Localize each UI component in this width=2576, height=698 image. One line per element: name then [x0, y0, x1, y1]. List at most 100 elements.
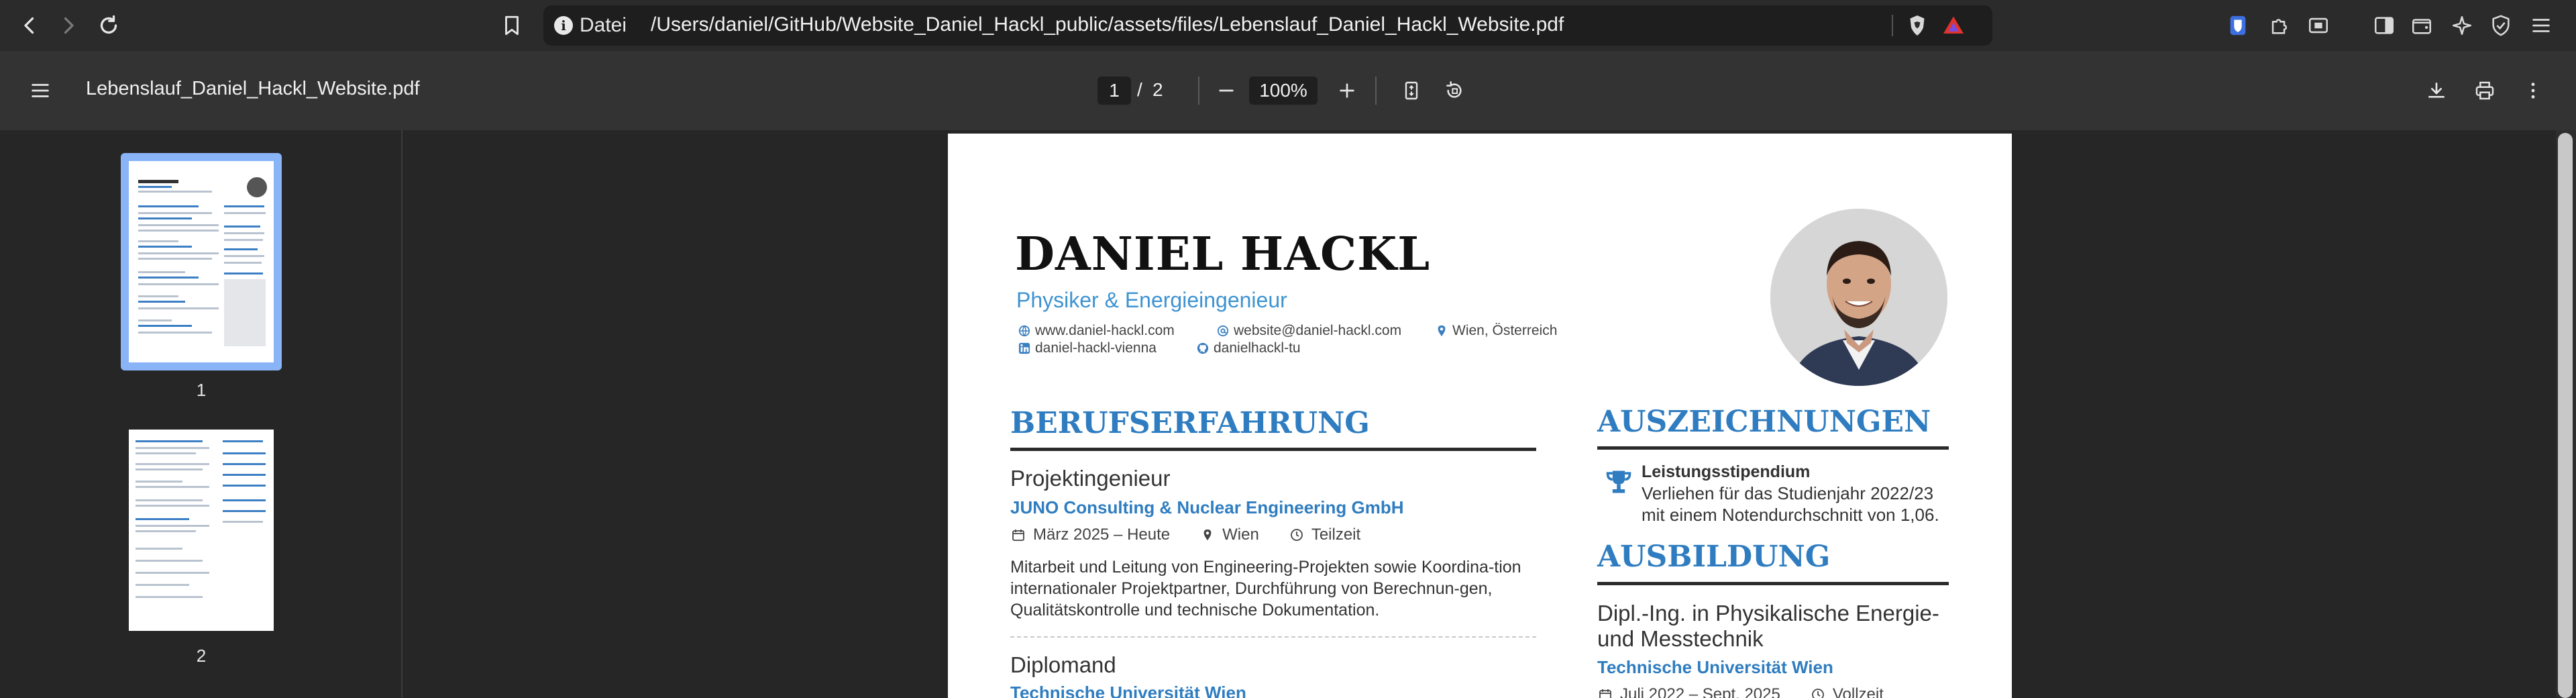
extensions-puzzle-icon[interactable]	[2266, 12, 2293, 39]
job-organization: JUNO Consulting & Nuclear Engineering Gm…	[1010, 497, 1404, 517]
job-description: Mitarbeit und Leitung von Engineering-Pr…	[1010, 558, 1521, 619]
rotate-button[interactable]	[1441, 77, 1468, 104]
page-thumbnail-2[interactable]	[129, 430, 274, 631]
calendar-icon	[1597, 687, 1613, 698]
github-icon	[1196, 342, 1210, 355]
contact-linkedin[interactable]: daniel-hackl-vienna	[1018, 340, 1157, 356]
fit-to-page-button[interactable]	[1398, 77, 1425, 104]
calendar-icon	[1010, 527, 1026, 543]
contact-text: website@daniel-hackl.com	[1234, 323, 1402, 338]
zoom-level-input[interactable]: 100%	[1249, 77, 1318, 105]
award-title: Leistungsstipendium	[1642, 462, 1811, 481]
info-icon: i	[554, 16, 573, 35]
browser-toolbar: i Datei /Users/daniel/GitHub/Website_Dan…	[0, 0, 2576, 51]
education-meta: Juli 2022 – Sept. 2025 Vollzeit	[1597, 685, 1884, 698]
globe-icon	[1018, 324, 1031, 338]
section-rule	[1597, 446, 1949, 450]
cv-name: DANIEL HACKL	[1015, 228, 1431, 281]
job-location: Wien	[1222, 526, 1259, 544]
thumbnail-sidebar: 1 2	[0, 130, 402, 698]
bitwarden-extension-icon[interactable]	[2224, 12, 2251, 39]
section-rule	[1597, 582, 1949, 585]
hamburger-menu-icon	[32, 84, 49, 97]
page-thumbnail-1[interactable]	[129, 161, 274, 362]
education-date: Juli 2022 – Sept. 2025	[1620, 685, 1780, 698]
education-institution: Technische Universität Wien	[1597, 657, 1833, 677]
thumbnail-sidebar-toggle[interactable]	[27, 77, 54, 104]
contact-text: daniel-hackl-vienna	[1035, 340, 1157, 356]
forward-button[interactable]	[52, 9, 85, 42]
bookmark-icon	[505, 15, 519, 36]
document-title: Lebenslauf_Daniel_Hackl_Website.pdf	[86, 78, 420, 99]
clock-icon	[1810, 687, 1826, 698]
education-type: Vollzeit	[1832, 685, 1884, 698]
at-icon	[1216, 324, 1230, 338]
rotate-ccw-icon	[1446, 81, 1462, 98]
location-pin-icon	[1199, 527, 1216, 543]
download-button[interactable]	[2423, 77, 2450, 104]
thumbnail-label-1: 1	[196, 380, 207, 400]
job-meta: März 2025 – Heute Wien Teilzeit	[1010, 526, 1360, 544]
job-organization: Technische Universität Wien	[1010, 683, 1246, 698]
section-rule	[1010, 448, 1536, 451]
vpn-shield-icon[interactable]	[2487, 12, 2514, 39]
main-menu-icon[interactable]	[2528, 12, 2555, 39]
contact-text: danielhackl-tu	[1214, 340, 1301, 356]
award-description: Verliehen für das Studienjahr 2022/23 mi…	[1642, 483, 1939, 525]
section-heading-experience: BERUFSERFAHRUNG	[1010, 406, 1370, 440]
site-info-button[interactable]: i Datei	[554, 12, 627, 39]
sidebar-panel-icon[interactable]	[2371, 12, 2398, 39]
reload-icon	[100, 15, 117, 34]
chevron-right-icon	[64, 17, 74, 34]
clock-icon	[1289, 527, 1305, 543]
document-scrollbar-thumb[interactable]	[2558, 133, 2573, 698]
job-title: Projektingenieur	[1010, 466, 1171, 491]
printer-icon	[2475, 81, 2494, 100]
linkedin-icon	[1018, 342, 1031, 355]
job-title: Diplomand	[1010, 652, 1116, 677]
cv-subtitle: Physiker & Energieingenieur	[1016, 288, 1287, 312]
back-button[interactable]	[13, 9, 46, 42]
contact-location: Wien, Österreich	[1435, 323, 1557, 339]
pdf-page-1: DANIEL HACKL Physiker & Energieingenieur…	[948, 134, 2012, 698]
contact-website[interactable]: www.daniel-hackl.com	[1018, 323, 1175, 339]
more-options-button[interactable]	[2520, 77, 2546, 104]
minus-icon	[1219, 89, 1234, 92]
download-icon	[2428, 83, 2445, 98]
reload-button[interactable]	[93, 9, 125, 42]
contact-email[interactable]: website@daniel-hackl.com	[1216, 323, 1401, 339]
page-separator: /	[1137, 79, 1142, 100]
section-heading-awards: AUSZEICHNUNGEN	[1597, 405, 1931, 439]
job-type: Teilzeit	[1311, 526, 1361, 544]
contact-github[interactable]: danielhackl-tu	[1196, 340, 1301, 356]
contact-text: www.daniel-hackl.com	[1035, 323, 1175, 338]
screenshot-extension-icon[interactable]	[2305, 12, 2332, 39]
chevron-left-icon	[24, 17, 34, 34]
toolbar-divider	[1375, 77, 1377, 105]
bookmark-button[interactable]	[496, 9, 528, 42]
brave-shields-icon[interactable]	[1905, 13, 1929, 38]
profile-photo	[1770, 209, 1947, 386]
plus-icon	[1340, 83, 1354, 98]
brave-rewards-icon[interactable]	[1941, 13, 1966, 38]
site-info-label: Datei	[580, 14, 627, 36]
page-number-input[interactable]: 1	[1097, 77, 1131, 105]
url-text[interactable]: /Users/daniel/GitHub/Website_Daniel_Hack…	[651, 13, 1564, 36]
toolbar-divider	[1198, 77, 1199, 105]
zoom-out-button[interactable]	[1213, 77, 1240, 104]
contact-text: Wien, Österreich	[1452, 323, 1558, 338]
entry-divider	[1010, 636, 1536, 638]
education-degree: Dipl.-Ing. in Physikalische Energie- und…	[1597, 601, 1939, 651]
job-date: März 2025 – Heute	[1033, 526, 1171, 544]
print-button[interactable]	[2471, 77, 2498, 104]
fit-page-icon	[1405, 81, 1418, 100]
page-total: 2	[1152, 79, 1163, 100]
section-heading-education: AUSBILDUNG	[1597, 540, 1831, 574]
leo-ai-icon[interactable]	[2449, 12, 2475, 39]
kebab-menu-icon	[2531, 83, 2535, 99]
zoom-in-button[interactable]	[1334, 77, 1360, 104]
pdf-viewer-toolbar: Lebenslauf_Daniel_Hackl_Website.pdf 1 / …	[0, 51, 2576, 130]
address-bar[interactable]: i Datei /Users/daniel/GitHub/Website_Dan…	[543, 5, 1992, 46]
wallet-icon[interactable]	[2408, 12, 2435, 39]
trophy-icon	[1604, 467, 1636, 499]
